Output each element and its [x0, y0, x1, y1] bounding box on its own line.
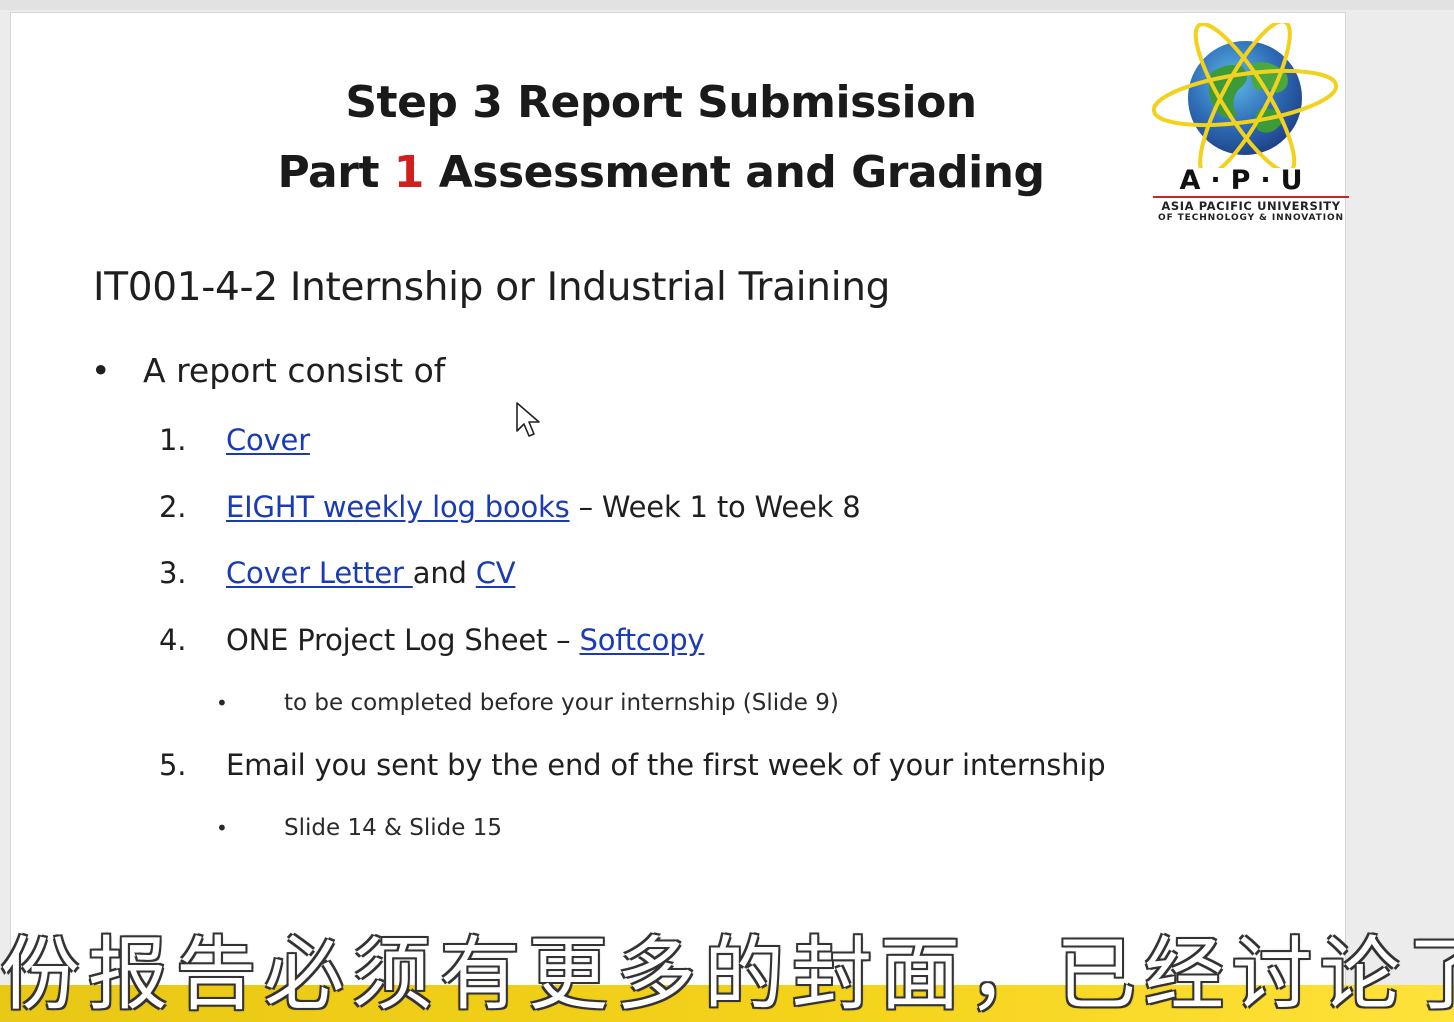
list-item-text: ONE Project Log Sheet –: [226, 623, 580, 657]
list-number: 5.: [159, 748, 187, 782]
bullet-dot: •: [216, 816, 228, 840]
sub-bullet-text: Slide 14 & Slide 15: [284, 815, 502, 841]
weekly-log-books-link[interactable]: EIGHT weekly log books: [226, 490, 570, 524]
window-top-bar: [0, 0, 1454, 10]
slide-title-line-1: Step 3 Report Submission: [345, 77, 977, 128]
intro-bullet: • A report consist of: [91, 351, 445, 390]
sub-bullet: • to be completed before your internship …: [216, 690, 839, 716]
list-item-text: Email you sent by the end of the first w…: [226, 748, 1106, 782]
sub-bullet-text: to be completed before your internship (…: [284, 690, 839, 716]
title-part-number: 1: [393, 147, 425, 198]
bullet-dot: •: [216, 691, 228, 715]
title-part-suffix: Assessment and Grading: [423, 147, 1045, 198]
logo-university-name: ASIA PACIFIC UNIVERSITY: [1161, 199, 1341, 213]
list-number: 3.: [159, 556, 187, 590]
logo-divider: [1153, 196, 1349, 198]
apu-globe-logo-icon: [1151, 23, 1339, 168]
cover-link[interactable]: Cover: [226, 423, 310, 457]
list-item: 5. Email you sent by the end of the first…: [159, 748, 1106, 782]
cv-link[interactable]: CV: [476, 556, 516, 590]
cover-letter-link[interactable]: Cover Letter: [226, 556, 413, 590]
video-subtitle-caption: 份报告必须有更多的封面，已经讨论了在: [0, 928, 1454, 1021]
title-part-prefix: Part: [277, 147, 394, 198]
list-item-text: – Week 1 to Week 8: [569, 490, 861, 524]
course-subtitle: IT001-4-2 Internship or Industrial Train…: [93, 265, 891, 310]
logo-brand-text: A·P·U: [1179, 165, 1313, 196]
sub-bullet: • Slide 14 & Slide 15: [216, 815, 502, 841]
apu-logo: A·P·U ASIA PACIFIC UNIVERSITY OF TECHNOL…: [1141, 23, 1351, 228]
softcopy-link[interactable]: Softcopy: [580, 623, 705, 657]
list-number: 4.: [159, 623, 187, 657]
list-item: 2. EIGHT weekly log books – Week 1 to Wee…: [159, 490, 861, 524]
list-number: 2.: [159, 490, 187, 524]
list-item: 3. Cover Letter and CV: [159, 556, 516, 590]
list-item: 1. Cover: [159, 423, 310, 457]
slide-title-line-2: Part 1 Assessment and Grading: [241, 147, 1081, 198]
list-item: 4. ONE Project Log Sheet – Softcopy: [159, 623, 705, 657]
mouse-cursor-icon: [516, 402, 540, 437]
list-number: 1.: [159, 423, 187, 457]
bullet-dot: •: [91, 351, 111, 390]
logo-university-tagline: OF TECHNOLOGY & INNOVATION: [1158, 213, 1344, 223]
intro-bullet-text: A report consist of: [143, 351, 446, 390]
presentation-slide: Step 3 Report Submission Part 1 Assessme…: [10, 12, 1349, 1022]
list-item-text: and: [412, 556, 476, 590]
